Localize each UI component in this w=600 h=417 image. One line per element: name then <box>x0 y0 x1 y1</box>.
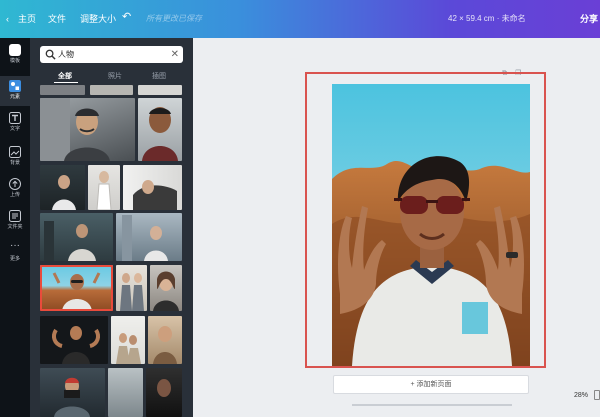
folder-icon <box>9 210 21 222</box>
woman-standing-photo <box>96 171 112 210</box>
file-menu[interactable]: 文件 <box>48 12 66 26</box>
rail-item-elements[interactable]: 元素 <box>0 76 30 106</box>
rail-item-text[interactable]: 文字 <box>0 108 30 138</box>
woman-reclining-photo <box>133 180 177 210</box>
rail-item-label: 文字 <box>9 126 20 132</box>
more-icon: ··· <box>10 240 20 251</box>
photo-thumbnail-selected[interactable] <box>40 265 113 311</box>
photo-thumbnail[interactable] <box>123 165 182 210</box>
two-women-photo <box>120 273 144 311</box>
photo-thumbnail[interactable] <box>40 316 108 364</box>
left-rail: 模板 元素 文字 背景 上传 文件夹 ··· 更多 <box>0 38 30 417</box>
city-person-photo <box>122 215 168 261</box>
design-page[interactable] <box>332 84 530 366</box>
photo-thumbnail[interactable] <box>40 213 113 261</box>
zoom-level[interactable]: 28% <box>574 392 588 399</box>
man-portrait-photo <box>142 107 178 161</box>
muscle-pose-photo <box>52 326 100 364</box>
template-logo-icon <box>9 44 21 56</box>
text-icon <box>9 112 21 124</box>
rail-item-label: 元素 <box>9 94 20 100</box>
photo-thumbnail[interactable] <box>108 368 143 417</box>
photo-thumbnail[interactable] <box>146 368 182 417</box>
person-in-beanie-photo <box>40 98 110 161</box>
elements-panel: ✕ 全部 照片 插图 <box>30 38 193 417</box>
tab-illustrations[interactable]: 插图 <box>152 71 166 81</box>
share-button[interactable]: 分享 <box>580 12 598 26</box>
tab-all[interactable]: 全部 <box>58 71 72 81</box>
rail-item-label: 文件夹 <box>7 224 23 230</box>
photo-thumbnail[interactable] <box>40 165 85 210</box>
save-status: 所有更改已保存 <box>146 14 202 23</box>
photo-thumbnail[interactable] <box>40 368 105 417</box>
chevron-left-icon[interactable]: ‹ <box>6 12 9 26</box>
rail-item-more[interactable]: ··· 更多 <box>0 238 30 268</box>
photo-thumbnail[interactable] <box>116 265 147 311</box>
rail-item-upload[interactable]: 上传 <box>0 174 30 204</box>
woman-portrait-photo <box>153 271 179 311</box>
search-icon <box>45 49 56 60</box>
close-icon[interactable]: ✕ <box>171 48 179 61</box>
photo-thumbnail[interactable] <box>138 85 182 95</box>
photo-thumbnail[interactable] <box>40 85 85 95</box>
photo-thumbnail[interactable] <box>88 165 120 210</box>
fullscreen-icon[interactable] <box>594 390 600 400</box>
photo-thumbnail[interactable] <box>111 316 145 364</box>
upload-icon <box>9 178 21 190</box>
photo-thumbnail[interactable] <box>90 85 133 95</box>
tab-underline <box>54 82 78 83</box>
rail-item-label: 模板 <box>9 58 20 64</box>
people-group-photo <box>44 221 96 261</box>
elements-icon <box>9 80 21 92</box>
selfie-man-canvas-photo[interactable] <box>332 84 530 366</box>
resize-menu[interactable]: 调整大小 <box>80 12 116 26</box>
background-icon <box>9 146 21 158</box>
panel-tabs: 全部 照片 插图 <box>40 69 183 83</box>
add-page-button[interactable]: + 添加新页面 <box>333 375 529 394</box>
photo-thumbnail[interactable] <box>116 213 182 261</box>
search-box[interactable]: ✕ <box>40 46 183 63</box>
people-sitting-photo <box>116 333 141 364</box>
photo-thumbnail[interactable] <box>40 98 135 161</box>
search-input[interactable] <box>58 48 166 61</box>
rail-item-folder[interactable]: 文件夹 <box>0 206 30 236</box>
rail-item-background[interactable]: 背景 <box>0 142 30 172</box>
undo-icon[interactable]: ↶ <box>122 10 131 24</box>
photo-thumbnail[interactable] <box>148 316 182 364</box>
horizontal-scrollbar[interactable] <box>352 404 512 406</box>
rail-item-templates[interactable]: 模板 <box>0 40 30 70</box>
home-button[interactable]: 主页 <box>18 12 36 26</box>
photo-thumbnail[interactable] <box>138 98 182 161</box>
person-sitting-photo <box>52 175 76 210</box>
document-size: 42 × 59.4 cm · 未命名 <box>448 14 526 23</box>
rail-item-label: 背景 <box>9 160 20 166</box>
child-photo <box>153 326 177 364</box>
tab-photos[interactable]: 照片 <box>108 71 122 81</box>
selfie-man-photo <box>52 272 101 311</box>
rail-item-label: 上传 <box>9 192 20 198</box>
dark-portrait-photo <box>157 379 171 397</box>
top-bar: ‹ 主页 文件 调整大小 ↶ 所有更改已保存 42 × 59.4 cm · 未命… <box>0 0 600 38</box>
photo-thumbnail[interactable] <box>150 265 182 311</box>
photographer-photo <box>54 377 90 417</box>
rail-item-label: 更多 <box>9 256 20 262</box>
